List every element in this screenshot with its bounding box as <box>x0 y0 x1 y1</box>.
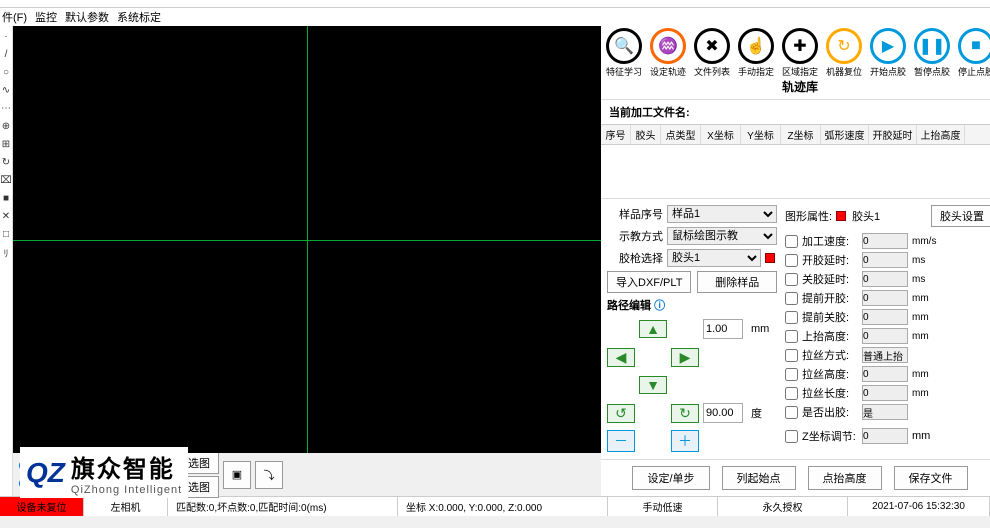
param-input-6[interactable] <box>862 347 908 363</box>
import-dxf-button[interactable]: 导入DXF/PLT <box>607 271 691 293</box>
tool-9[interactable]: ■ <box>0 192 12 204</box>
tool-1[interactable]: / <box>0 48 12 60</box>
param-check-9[interactable] <box>785 406 798 419</box>
status-auth: 永久授权 <box>718 497 848 516</box>
tool-5[interactable]: ⊕ <box>0 120 12 132</box>
bottom-btn-1[interactable]: 列起始点 <box>722 466 796 490</box>
step-input[interactable] <box>703 319 743 339</box>
nav-down[interactable]: ▼ <box>639 376 667 394</box>
param-input-1[interactable] <box>862 252 908 268</box>
crosshair-v <box>307 26 308 453</box>
param-input-8[interactable] <box>862 385 908 401</box>
action-6[interactable]: ▶开始点胶 <box>867 28 909 78</box>
head-setting-button[interactable]: 胶头设置 <box>931 205 990 227</box>
delete-sample-button[interactable]: 删除样品 <box>697 271 777 293</box>
tool-strip: · / ○ ∿ ⋯ ⊕ ⊞ ↻ ⌧ ■ ✕ □ ﾘ <box>0 26 13 496</box>
param-input-0[interactable] <box>862 233 908 249</box>
zoom-in[interactable]: ＋ <box>671 430 699 452</box>
bottom-btn-3[interactable]: 保存文件 <box>894 466 968 490</box>
status-device: 设备未复位 <box>0 497 84 516</box>
snap-icon[interactable]: ⤵ <box>255 461 283 489</box>
nav-left[interactable]: ◀ <box>607 348 635 367</box>
status-bar: 设备未复位 左相机 匹配数:0,坏点数:0,匹配时间:0(ms) 坐标 X:0.… <box>0 496 990 516</box>
param-check-2[interactable] <box>785 273 798 286</box>
bottom-btn-2[interactable]: 点抬高度 <box>808 466 882 490</box>
action-1[interactable]: ♒设定轨迹 <box>647 28 689 78</box>
col-1: 胶头 <box>631 125 661 144</box>
tool-2[interactable]: ○ <box>0 66 12 78</box>
rotate-ccw[interactable]: ↺ <box>607 404 635 423</box>
teach-mode-select[interactable]: 鼠标绘图示教 <box>667 227 777 245</box>
zoom-out[interactable]: － <box>607 430 635 452</box>
param-input-7[interactable] <box>862 366 908 382</box>
glue-select[interactable]: 胶头1 <box>667 249 761 267</box>
col-2: 点类型 <box>661 125 701 144</box>
z-adjust-input[interactable] <box>862 428 908 444</box>
status-manual: 手动低速 <box>608 497 718 516</box>
col-6: 弧形速度 <box>821 125 869 144</box>
table-header: 序号胶头点类型X坐标Y坐标Z坐标弧形速度开胶延时上抬高度 <box>601 124 990 145</box>
tool-4[interactable]: ⋯ <box>0 102 12 114</box>
current-file-label: 当前加工文件名: <box>601 99 990 124</box>
menu-system[interactable]: 系统标定 <box>117 9 161 25</box>
action-0[interactable]: 🔍特征学习 <box>603 28 645 78</box>
status-match: 匹配数:0,坏点数:0,匹配时间:0(ms) <box>168 497 398 516</box>
lock-edit-icon[interactable]: ▣ <box>223 461 251 489</box>
tool-10[interactable]: ✕ <box>0 210 12 222</box>
tool-0[interactable]: · <box>0 30 12 42</box>
action-7[interactable]: ❚❚暂停点胶 <box>911 28 953 78</box>
param-check-5[interactable] <box>785 330 798 343</box>
camera-viewport[interactable] <box>13 26 601 453</box>
param-input-4[interactable] <box>862 309 908 325</box>
tool-3[interactable]: ∿ <box>0 84 12 96</box>
col-3: X坐标 <box>701 125 741 144</box>
tool-7[interactable]: ↻ <box>0 156 12 168</box>
status-time: 2021-07-06 15:32:30 <box>848 497 990 516</box>
col-5: Z坐标 <box>781 125 821 144</box>
action-toolbar: 🔍特征学习♒设定轨迹✖文件列表☝手动指定✚区域指定↻机器复位▶开始点胶❚❚暂停点… <box>601 26 990 74</box>
table-body[interactable] <box>601 145 990 198</box>
col-7: 开胶延时 <box>869 125 917 144</box>
col-0: 序号 <box>601 125 631 144</box>
param-check-0[interactable] <box>785 235 798 248</box>
col-4: Y坐标 <box>741 125 781 144</box>
rotate-input[interactable] <box>703 403 743 423</box>
param-input-3[interactable] <box>862 290 908 306</box>
param-check-6[interactable] <box>785 349 798 362</box>
menubar: 件(F) 监控 默认参数 系统标定 <box>0 8 990 26</box>
status-coord: 坐标 X:0.000, Y:0.000, Z:0.000 <box>398 497 608 516</box>
tool-6[interactable]: ⊞ <box>0 138 12 150</box>
action-2[interactable]: ✖文件列表 <box>691 28 733 78</box>
param-input-2[interactable] <box>862 271 908 287</box>
action-3[interactable]: ☝手动指定 <box>735 28 777 78</box>
menu-default[interactable]: 默认参数 <box>65 9 109 25</box>
nav-right[interactable]: ▶ <box>671 348 699 367</box>
param-input-9[interactable] <box>862 404 908 420</box>
z-adjust-check[interactable] <box>785 430 798 443</box>
bottom-btn-0[interactable]: 设定/单步 <box>632 466 709 490</box>
param-check-7[interactable] <box>785 368 798 381</box>
status-cam: 左相机 <box>84 497 168 516</box>
action-4[interactable]: ✚区域指定 <box>779 28 821 78</box>
track-lib-title: 轨迹库 <box>601 74 990 99</box>
col-8: 上抬高度 <box>917 125 965 144</box>
param-check-4[interactable] <box>785 311 798 324</box>
action-8[interactable]: ■停止点胶 <box>955 28 990 78</box>
path-edit-label: 路径编辑 ⓘ <box>607 297 777 313</box>
menu-file[interactable]: 件(F) <box>2 9 27 25</box>
sample-select[interactable]: 样品1 <box>667 205 777 223</box>
tool-12[interactable]: ﾘ <box>0 246 12 258</box>
tool-11[interactable]: □ <box>0 228 12 240</box>
nav-up[interactable]: ▲ <box>639 320 667 338</box>
param-check-1[interactable] <box>785 254 798 267</box>
brand-logo: QZ 旗众智能QiZhong Intelligent <box>20 447 188 498</box>
param-check-3[interactable] <box>785 292 798 305</box>
action-5[interactable]: ↻机器复位 <box>823 28 865 78</box>
rotate-cw[interactable]: ↻ <box>671 404 699 423</box>
param-input-5[interactable] <box>862 328 908 344</box>
param-check-8[interactable] <box>785 387 798 400</box>
tool-8[interactable]: ⌧ <box>0 174 12 186</box>
menu-monitor[interactable]: 监控 <box>35 9 57 25</box>
